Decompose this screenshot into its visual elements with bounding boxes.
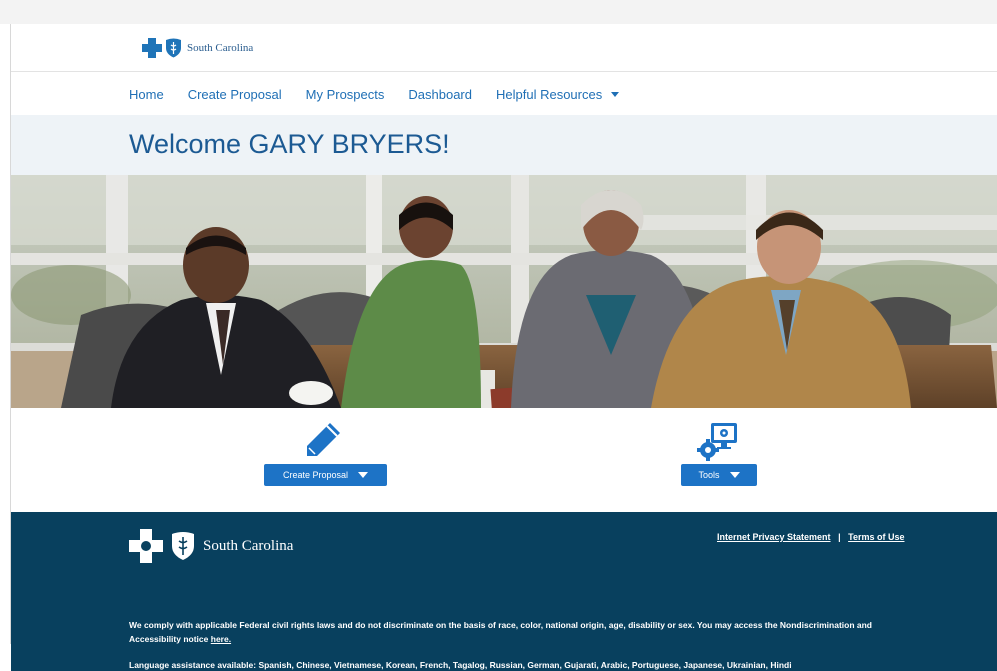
chevron-down-icon — [729, 472, 740, 478]
footer-links: Internet Privacy Statement | Terms of Us… — [717, 532, 904, 542]
pencil-icon[interactable] — [303, 420, 343, 460]
footer-bcbs-logo[interactable]: South Carolina — [129, 529, 293, 563]
footer-logo-text: South Carolina — [203, 537, 294, 554]
browser-top-strip — [0, 0, 997, 24]
team-meeting-photo — [11, 175, 997, 408]
create-proposal-button-label: Create Proposal — [282, 470, 349, 480]
notice-here-link[interactable]: here. — [211, 634, 231, 644]
footer-link-separator: | — [838, 532, 841, 542]
blue-shield-icon — [166, 38, 181, 58]
blue-cross-icon — [129, 529, 163, 563]
chevron-down-icon — [358, 472, 369, 478]
nav-home[interactable]: Home — [129, 87, 164, 102]
blue-cross-icon — [142, 38, 162, 58]
notice-text: We comply with applicable Federal civil … — [129, 620, 872, 644]
nondiscrimination-notice: We comply with applicable Federal civil … — [129, 618, 899, 646]
privacy-statement-link[interactable]: Internet Privacy Statement — [717, 532, 831, 542]
action-area: Create Proposal Tools — [11, 408, 997, 512]
chevron-down-icon — [611, 91, 620, 97]
terms-of-use-link[interactable]: Terms of Use — [848, 532, 904, 542]
tools-dropdown-button[interactable]: Tools — [681, 464, 757, 486]
nav-my-prospects[interactable]: My Prospects — [306, 87, 385, 102]
nav-dashboard[interactable]: Dashboard — [408, 87, 472, 102]
welcome-banner: Welcome GARY BRYERS! — [11, 115, 997, 175]
nav-create-proposal[interactable]: Create Proposal — [188, 87, 282, 102]
nav-helpful-resources[interactable]: Helpful Resources — [496, 86, 620, 102]
tools-button-label: Tools — [698, 470, 720, 480]
hero-image — [11, 175, 997, 408]
create-proposal-dropdown-button[interactable]: Create Proposal — [264, 464, 387, 486]
main-nav: Home Create Proposal My Prospects Dashbo… — [11, 73, 997, 115]
page-title: Welcome GARY BRYERS! — [129, 129, 450, 159]
blue-shield-icon — [172, 532, 194, 560]
logo-text: South Carolina — [187, 42, 254, 54]
site-header: South Carolina — [11, 24, 997, 72]
nav-helpful-resources-label: Helpful Resources — [496, 86, 603, 102]
language-assistance-text: Language assistance available: Spanish, … — [129, 660, 792, 670]
tools-monitor-gear-icon[interactable] — [697, 421, 739, 461]
site-footer: South Carolina Internet Privacy Statemen… — [11, 512, 997, 671]
bcbs-logo[interactable]: South Carolina — [142, 38, 253, 58]
